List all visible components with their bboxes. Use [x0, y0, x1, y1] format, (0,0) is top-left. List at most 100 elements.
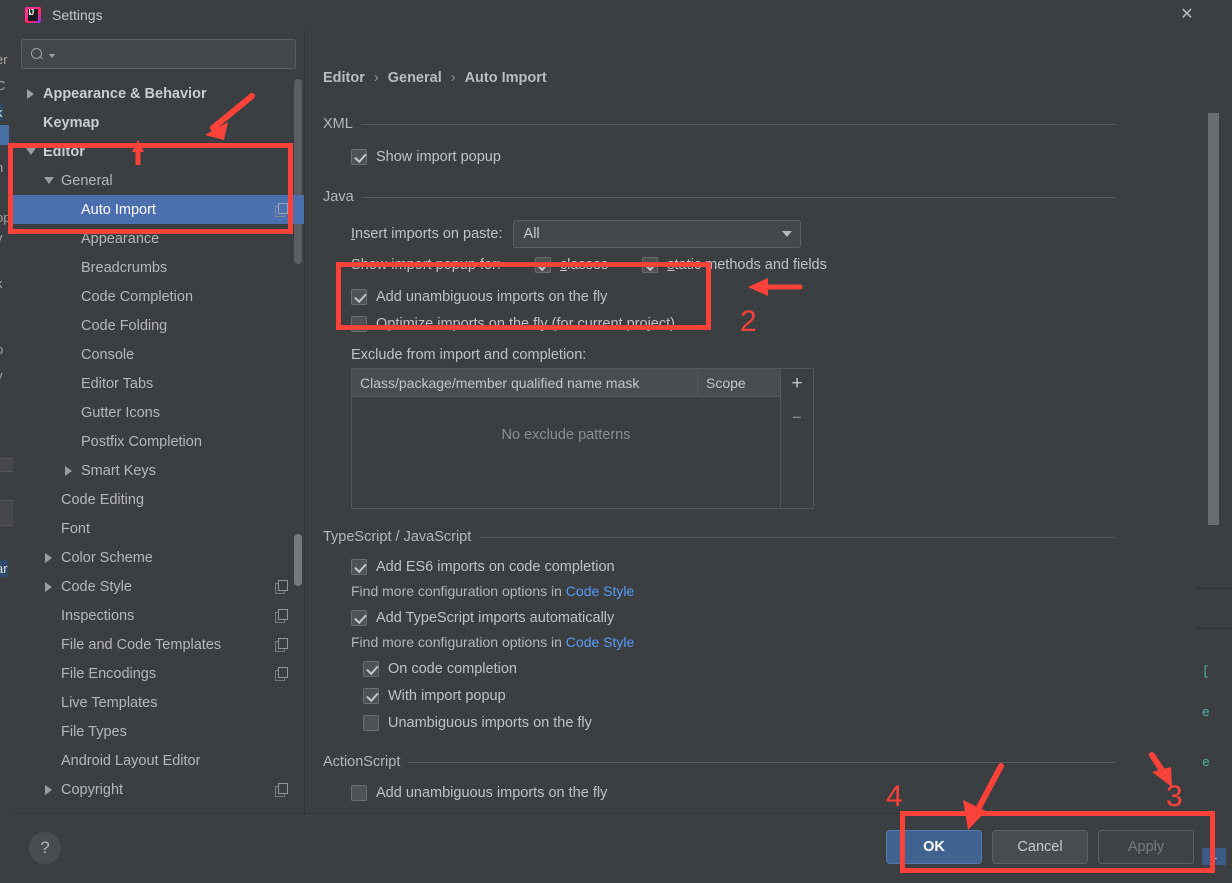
sidebar-item-file-types[interactable]: File Types [13, 717, 304, 746]
search-input[interactable] [21, 39, 296, 69]
sidebar-item-label: Appearance & Behavior [43, 85, 207, 102]
sidebar-item-gutter-icons[interactable]: Gutter Icons [13, 398, 304, 427]
ide-bg-divider [1196, 588, 1232, 589]
chevron-right-icon[interactable] [65, 465, 72, 476]
help-button[interactable]: ? [29, 832, 61, 864]
settings-tree[interactable]: Appearance & Behavior Keymap Editor General… [13, 79, 304, 814]
add-unambiguous-imports-row[interactable]: Add unambiguous imports on the fly [351, 283, 1115, 310]
sidebar-item-file-encodings[interactable]: File Encodings [13, 659, 304, 688]
unambiguous-on-the-fly-row[interactable]: Unambiguous imports on the fly [363, 709, 1115, 736]
remove-pattern-button[interactable]: − [784, 407, 810, 431]
cancel-button[interactable]: Cancel [992, 830, 1088, 864]
copy-settings-icon[interactable] [275, 638, 288, 652]
es6-hint-text: Find more configuration options in [351, 583, 566, 599]
sidebar-item-label: Inspections [61, 607, 135, 624]
add-typescript-imports-checkbox[interactable] [351, 609, 367, 626]
add-unambiguous-imports-checkbox[interactable] [351, 288, 367, 305]
breadcrumb: Editor › General › Auto Import [323, 70, 1211, 86]
breadcrumb-editor[interactable]: Editor [323, 70, 365, 86]
add-es6-imports-checkbox[interactable] [351, 558, 367, 575]
chevron-right-icon[interactable] [45, 581, 52, 592]
on-code-completion-row[interactable]: On code completion [363, 655, 1115, 682]
exclude-patterns-table[interactable]: Class/package/member qualified name mask… [351, 368, 781, 509]
sidebar-item-code-folding[interactable]: Code Folding [13, 311, 304, 340]
sidebar-item-appearance[interactable]: Appearance [13, 224, 304, 253]
insert-imports-select[interactable]: All [512, 220, 801, 248]
sidebar-item-code-completion[interactable]: Code Completion [13, 282, 304, 311]
chevron-right-icon[interactable] [45, 552, 52, 563]
sidebar-item-general[interactable]: General [13, 166, 304, 195]
section-typescript-title: TypeScript / JavaScript [323, 529, 472, 545]
sidebar-item-label: Postfix Completion [81, 433, 202, 450]
add-pattern-button[interactable]: + [784, 373, 810, 397]
optimize-imports-row[interactable]: Optimize imports on the fly (for current… [351, 310, 1115, 337]
section-java: Java Insert imports on paste: All Show i… [323, 189, 1115, 509]
sidebar-item-postfix-completion[interactable]: Postfix Completion [13, 427, 304, 456]
exclude-patterns-table-wrap: Class/package/member qualified name mask… [351, 368, 814, 509]
ide-bg-text: C [0, 78, 6, 93]
copy-settings-icon[interactable] [275, 667, 288, 681]
breadcrumb-auto-import: Auto Import [464, 70, 547, 86]
as-add-unambiguous-label: Add unambiguous imports on the fly [376, 784, 608, 801]
optimize-imports-checkbox[interactable] [351, 315, 367, 332]
xml-show-import-popup-row[interactable]: Show import popup [351, 143, 1115, 170]
settings-sidebar: Appearance & Behavior Keymap Editor General… [13, 30, 305, 813]
chevron-right-icon[interactable] [27, 88, 34, 99]
ide-bg-tab[interactable]: 1 [1202, 848, 1226, 865]
sidebar-item-inspections[interactable]: Inspections [13, 601, 304, 630]
sidebar-item-code-editing[interactable]: Code Editing [13, 485, 304, 514]
xml-show-import-popup-checkbox[interactable] [351, 148, 367, 165]
static-methods-checkbox[interactable] [642, 257, 659, 273]
chevron-right-icon[interactable] [45, 784, 52, 795]
settings-main-panel: Editor › General › Auto Import XML Show … [305, 30, 1211, 813]
add-typescript-imports-label: Add TypeScript imports automatically [376, 609, 615, 626]
divider [360, 123, 1115, 125]
sidebar-item-color-scheme[interactable]: Color Scheme [13, 543, 304, 572]
chevron-down-icon[interactable] [26, 148, 36, 155]
sidebar-item-file-and-code-templates[interactable]: File and Code Templates [13, 630, 304, 659]
sidebar-item-code-style[interactable]: Code Style [13, 572, 304, 601]
as-add-unambiguous-row[interactable]: Add unambiguous imports on the fly [351, 779, 1115, 806]
ide-bg-scrollbar[interactable] [1208, 113, 1219, 525]
sidebar-item-console[interactable]: Console [13, 340, 304, 369]
sidebar-item-auto-import[interactable]: Auto Import [13, 195, 304, 224]
sidebar-item-label: Auto Import [81, 201, 156, 218]
sidebar-item-font[interactable]: Font [13, 514, 304, 543]
table-header-scope: Scope [706, 374, 746, 391]
on-code-completion-checkbox[interactable] [363, 660, 379, 677]
copy-settings-icon[interactable] [275, 783, 288, 797]
sidebar-item-label: Breadcrumbs [81, 259, 168, 276]
sidebar-item-breadcrumbs[interactable]: Breadcrumbs [13, 253, 304, 282]
sidebar-item-live-templates[interactable]: Live Templates [13, 688, 304, 717]
classes-checkbox[interactable] [534, 257, 551, 273]
as-add-unambiguous-checkbox[interactable] [351, 784, 367, 801]
section-xml: XML Show import popup [323, 116, 1115, 170]
copy-settings-icon[interactable] [275, 580, 288, 594]
copy-settings-icon[interactable] [275, 609, 288, 623]
breadcrumb-general[interactable]: General [388, 70, 442, 86]
ide-bg-code: e [1202, 755, 1210, 770]
sidebar-item-editor[interactable]: Editor [13, 137, 304, 166]
sidebar-item-smart-keys[interactable]: Smart Keys [13, 456, 304, 485]
copy-settings-icon[interactable] [275, 203, 288, 217]
code-style-link[interactable]: Code Style [566, 634, 634, 650]
with-import-popup-checkbox[interactable] [363, 687, 379, 704]
sidebar-item-copyright[interactable]: Copyright [13, 775, 304, 804]
sidebar-item-android-layout-editor[interactable]: Android Layout Editor [13, 746, 304, 775]
add-es6-imports-row[interactable]: Add ES6 imports on code completion [351, 553, 1115, 580]
section-actionscript: ActionScript Add unambiguous imports on … [323, 754, 1115, 806]
sidebar-item-appearance-behavior[interactable]: Appearance & Behavior [13, 79, 304, 108]
chevron-down-icon[interactable] [44, 177, 54, 184]
footer-button-group: OK Cancel Apply [886, 830, 1194, 864]
sidebar-item-editor-tabs[interactable]: Editor Tabs [13, 369, 304, 398]
ide-bg-text: op [0, 210, 11, 225]
sidebar-item-keymap[interactable]: Keymap [13, 108, 304, 137]
add-typescript-imports-row[interactable]: Add TypeScript imports automatically [351, 604, 1115, 631]
with-import-popup-row[interactable]: With import popup [363, 682, 1115, 709]
code-style-link[interactable]: Code Style [566, 583, 634, 599]
sidebar-item-label: Gutter Icons [81, 404, 160, 421]
apply-button[interactable]: Apply [1098, 830, 1194, 864]
ok-button[interactable]: OK [886, 830, 982, 864]
chevron-down-icon [49, 53, 55, 58]
unambiguous-on-the-fly-checkbox[interactable] [363, 714, 379, 731]
